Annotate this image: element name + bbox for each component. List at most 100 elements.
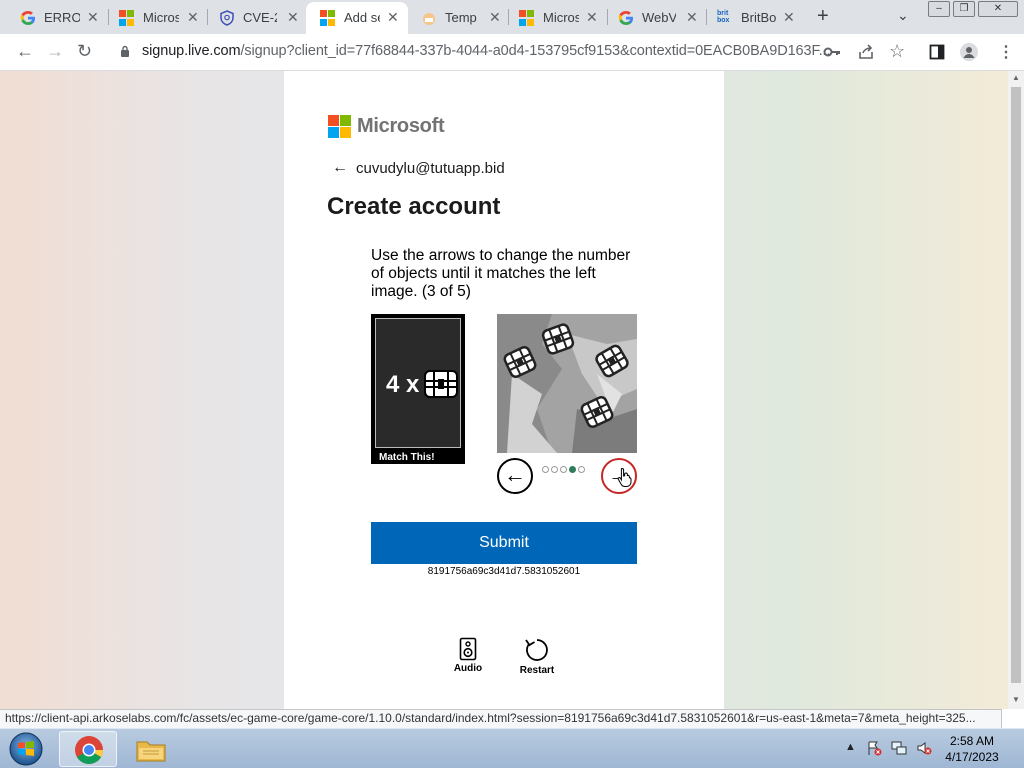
share-icon[interactable]: [857, 44, 875, 60]
tab-strip: ERROR + ✕ Micros ✕ CVE-20 ✕ Add se ✕ Tem…: [0, 0, 1024, 34]
captcha-target-image: 4 x Match This!: [371, 314, 465, 464]
tab-close-icon[interactable]: ✕: [686, 9, 698, 26]
scroll-thumb[interactable]: [1011, 87, 1021, 683]
status-url: https://client-api.arkoselabs.com/fc/ass…: [0, 709, 1002, 728]
page-title: Create account: [327, 193, 501, 220]
taskbar-explorer[interactable]: [121, 731, 179, 767]
tab-close-icon[interactable]: ✕: [783, 9, 795, 26]
shield-icon: [220, 10, 234, 26]
lock-icon[interactable]: [120, 45, 130, 57]
page-viewport: Microsoft ← cuvudylu@tutuapp.bid Create …: [0, 71, 1008, 709]
bookmark-star-icon[interactable]: ☆: [889, 41, 905, 62]
profile-avatar-icon[interactable]: [960, 43, 978, 61]
audio-button[interactable]: Audio: [438, 637, 498, 674]
treasure-chest-icon: [424, 370, 458, 398]
url-host: signup.live.com: [142, 43, 241, 59]
forward-arrow-icon[interactable]: →: [46, 41, 64, 62]
browser-tab[interactable]: CVE-20 ✕: [199, 2, 307, 34]
clock-time: 2:58 AM: [949, 734, 995, 748]
minimize-button[interactable]: –: [928, 1, 950, 17]
tab-title: Add se: [344, 10, 380, 25]
progress-dot-active: [569, 466, 576, 473]
brand-name: Microsoft: [357, 115, 445, 137]
back-arrow-icon[interactable]: ←: [332, 159, 348, 177]
microsoft-icon: [519, 10, 535, 26]
tab-title: WebVi: [642, 10, 676, 25]
microsoft-icon: [119, 10, 135, 26]
scroll-up-arrow-icon[interactable]: ▲: [1012, 73, 1020, 82]
progress-dot: [551, 466, 558, 473]
google-icon: [20, 11, 35, 25]
address-bar[interactable]: signup.live.com/signup?client_id=77f6884…: [142, 43, 831, 59]
hand-cursor-icon: [617, 467, 632, 487]
back-arrow-icon[interactable]: ←: [16, 41, 34, 62]
tab-close-icon[interactable]: ✕: [287, 9, 299, 26]
close-window-button[interactable]: ✕: [978, 1, 1018, 17]
key-icon[interactable]: [823, 44, 841, 60]
tab-close-icon[interactable]: ✕: [387, 9, 399, 26]
puzzle-background: [497, 314, 637, 453]
signup-card: Microsoft ← cuvudylu@tutuapp.bid Create …: [284, 71, 724, 709]
microsoft-brand: Microsoft: [328, 115, 445, 138]
taskbar: ▲ 2:58 AM 4/17/2023: [0, 728, 1024, 768]
browser-tab[interactable]: Micros ✕: [499, 2, 607, 34]
previous-arrow-button[interactable]: ←: [497, 458, 533, 494]
browser-tab[interactable]: Temp I ✕: [401, 2, 509, 34]
kebab-menu-icon[interactable]: ⋮: [998, 42, 1014, 62]
vertical-scrollbar[interactable]: ▲ ▼: [1008, 71, 1024, 709]
account-email: cuvudylu@tutuapp.bid: [356, 159, 505, 177]
audio-label: Audio: [453, 663, 483, 674]
start-button[interactable]: [4, 731, 48, 767]
show-hidden-icons-arrow-icon[interactable]: ▲: [845, 741, 856, 753]
reload-icon[interactable]: ↻: [77, 41, 92, 62]
restart-button[interactable]: Restart: [507, 637, 567, 676]
session-id: 8191756a69c3d41d7.5831052601: [427, 566, 581, 577]
match-this-label: Match This!: [379, 452, 435, 463]
tab-title: Micros: [143, 10, 179, 25]
microsoft-logo-icon: [328, 115, 351, 138]
submit-button[interactable]: Submit: [371, 522, 637, 564]
tab-search-chevron-icon[interactable]: ⌄: [897, 7, 909, 24]
restart-label: Restart: [519, 665, 555, 676]
progress-dots: [542, 466, 585, 473]
captcha-puzzle-image: [497, 314, 637, 453]
tab-title: CVE-20: [243, 10, 277, 25]
tab-title: BritBo: [741, 10, 777, 25]
progress-dot: [560, 466, 567, 473]
url-path: /signup?client_id=77f68844-337b-4044-a0d…: [240, 43, 831, 59]
tab-title: Temp I: [445, 10, 481, 25]
restart-icon: [525, 639, 548, 661]
progress-dot: [542, 466, 549, 473]
tab-close-icon[interactable]: ✕: [586, 9, 598, 26]
microsoft-icon: [320, 10, 336, 26]
side-panel-icon[interactable]: [929, 44, 945, 60]
browser-tab[interactable]: ERROR + ✕: [0, 2, 108, 34]
restore-button[interactable]: ❐: [953, 1, 975, 17]
taskbar-chrome[interactable]: [59, 731, 117, 767]
speaker-icon: [459, 637, 477, 661]
browser-tab[interactable]: brit box BritBo ✕: [697, 2, 805, 34]
progress-dot: [578, 466, 585, 473]
new-tab-button[interactable]: +: [817, 5, 829, 28]
back-email-row[interactable]: ← cuvudylu@tutuapp.bid: [332, 159, 505, 177]
target-count: 4 x: [386, 371, 420, 398]
tab-close-icon[interactable]: ✕: [187, 9, 199, 26]
britbox-icon: brit box: [717, 10, 730, 24]
action-center-flag-icon[interactable]: [866, 740, 882, 756]
chrome-icon: [75, 736, 103, 764]
browser-tab[interactable]: Micros ✕: [99, 2, 207, 34]
target-panel: 4 x: [375, 318, 461, 448]
browser-tab[interactable]: WebVi ✕: [598, 2, 706, 34]
volume-muted-icon[interactable]: [916, 740, 932, 756]
clock-date: 4/17/2023: [945, 750, 999, 764]
browser-toolbar: ← → ↻ signup.live.com/signup?client_id=7…: [0, 34, 1024, 71]
temp-mail-icon: [423, 13, 435, 25]
scroll-down-arrow-icon[interactable]: ▼: [1012, 695, 1020, 704]
browser-tab-active[interactable]: Add se ✕: [306, 2, 408, 34]
tab-close-icon[interactable]: ✕: [87, 9, 99, 26]
network-icon[interactable]: [891, 740, 907, 756]
system-clock[interactable]: 2:58 AM 4/17/2023: [940, 733, 1004, 765]
folder-icon: [136, 741, 166, 762]
google-icon: [618, 11, 633, 25]
tab-title: ERROR: [44, 10, 80, 25]
